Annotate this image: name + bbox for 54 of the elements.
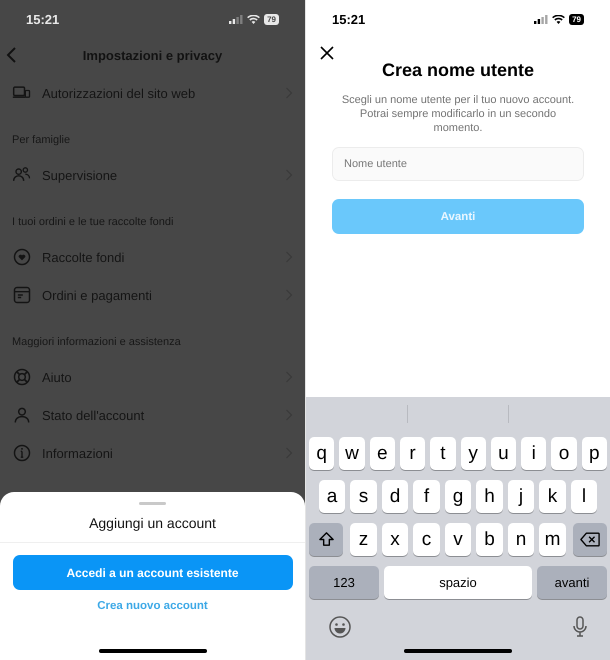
keyboard-key[interactable]: b (476, 523, 503, 556)
keyboard-key[interactable]: o (551, 437, 577, 470)
signal-icon (534, 14, 548, 24)
wifi-icon (552, 14, 566, 24)
close-icon[interactable] (319, 45, 335, 61)
keyboard-key[interactable]: q (309, 437, 334, 470)
keyboard-key[interactable]: t (430, 437, 456, 470)
receipt-icon (12, 285, 32, 305)
keyboard-key[interactable]: p (582, 437, 607, 470)
status-time: 15:21 (332, 12, 366, 26)
keyboard-key[interactable]: c (413, 523, 440, 556)
keyboard-key[interactable]: y (460, 437, 486, 470)
keyboard-key[interactable]: h (476, 480, 503, 513)
keyboard-key[interactable]: u (490, 437, 516, 470)
shift-icon (318, 531, 334, 548)
keyboard-key[interactable]: s (350, 480, 377, 513)
keyboard-key[interactable]: e (370, 437, 395, 470)
shift-key[interactable] (309, 523, 343, 556)
keyboard-key[interactable]: m (539, 523, 566, 556)
keyboard-key[interactable]: x (382, 523, 408, 556)
space-key[interactable]: spazio (384, 566, 532, 599)
page-title: Crea nome utente (380, 60, 536, 81)
sheet-title: Aggiungi un account (89, 515, 216, 531)
emoji-icon[interactable] (328, 615, 352, 639)
info-icon (12, 443, 32, 463)
status-time: 15:21 (26, 12, 60, 26)
battery-level: 79 (569, 14, 584, 24)
keyboard-key[interactable]: v (444, 523, 472, 556)
description-text: Scegli un nome utente per il tuo nuovo account. Potrai sempre modificarlo in un secondo momento. (340, 93, 576, 135)
drag-handle[interactable] (139, 502, 166, 505)
keyboard-key[interactable]: j (508, 480, 534, 513)
backspace-key[interactable] (573, 523, 607, 556)
keyboard-key[interactable]: f (413, 480, 440, 513)
keyboard-key[interactable]: r (400, 437, 426, 470)
username-field[interactable]: Nome utente (332, 147, 584, 181)
keyboard-key[interactable]: d (382, 480, 408, 513)
keyboard-key[interactable]: a (318, 480, 346, 513)
numbers-key[interactable]: 123 (309, 566, 379, 599)
lifebuoy-icon (12, 367, 32, 387)
keyboard-key[interactable]: g (444, 480, 472, 513)
keyboard-key[interactable]: i (521, 437, 546, 470)
return-key[interactable]: avanti (537, 566, 607, 599)
heart-circle-icon (12, 247, 32, 267)
keyboard-key[interactable]: l (570, 480, 598, 513)
backspace-icon (580, 532, 600, 547)
person-icon (12, 405, 32, 425)
keyboard-key[interactable]: z (350, 523, 377, 556)
wifi-icon (247, 14, 260, 24)
keyboard-key[interactable]: w (339, 437, 365, 470)
keyboard-key[interactable]: k (539, 480, 566, 513)
signal-icon (229, 14, 244, 24)
keyboard-key[interactable]: n (508, 523, 534, 556)
microphone-icon[interactable] (572, 615, 588, 639)
battery-level: 79 (264, 14, 279, 24)
